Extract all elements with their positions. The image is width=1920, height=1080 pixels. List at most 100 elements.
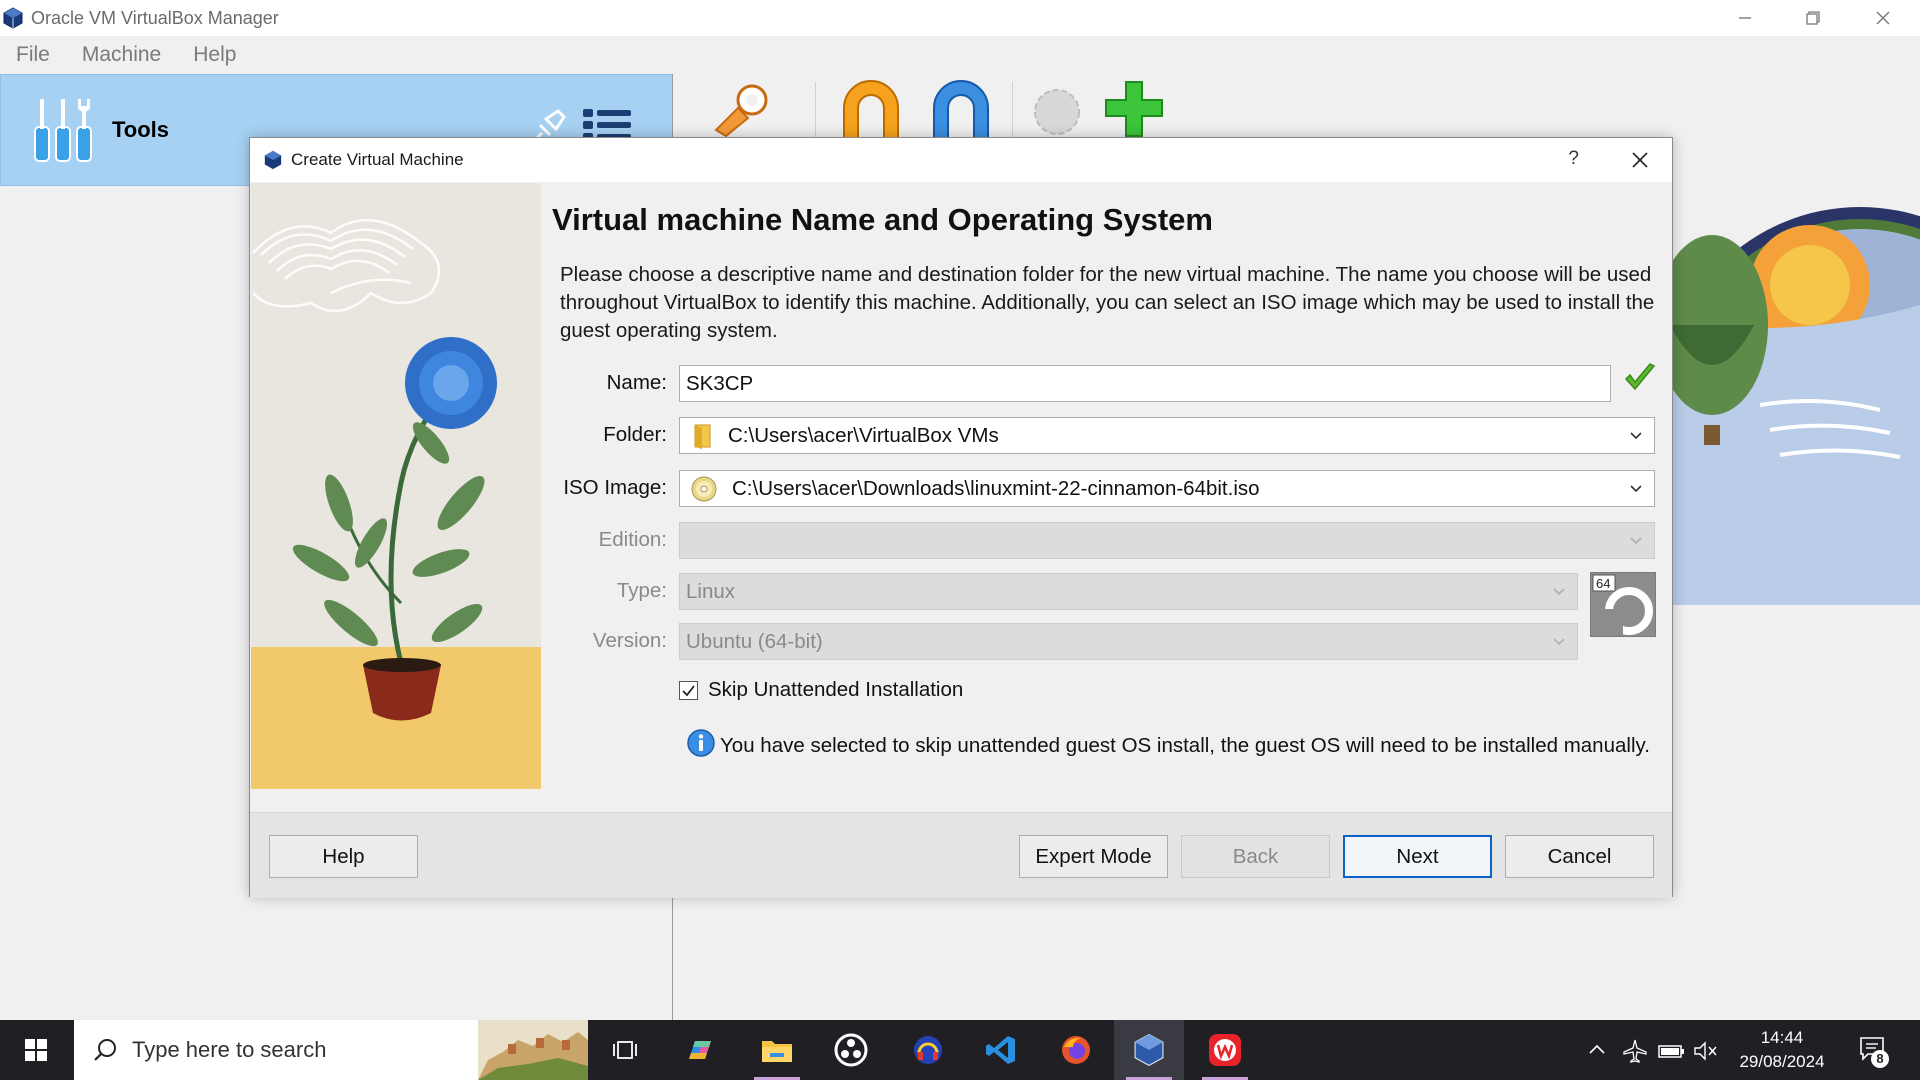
taskbar-app-firefox[interactable] bbox=[1041, 1020, 1111, 1080]
iso-label: ISO Image: bbox=[563, 476, 667, 499]
disc-icon bbox=[690, 475, 718, 503]
menu-file[interactable]: File bbox=[0, 36, 66, 74]
virtualbox-logo-icon bbox=[3, 7, 23, 29]
folder-value: C:\Users\acer\VirtualBox VMs bbox=[728, 423, 999, 447]
main-titlebar: Oracle VM VirtualBox Manager bbox=[0, 0, 1920, 36]
search-icon bbox=[94, 1039, 116, 1061]
welcome-illustration bbox=[1660, 207, 1920, 605]
checkmark-icon bbox=[682, 684, 695, 696]
info-message: You have selected to skip unattended gue… bbox=[686, 728, 1656, 760]
version-value: Ubuntu (64-bit) bbox=[686, 629, 823, 653]
dialog-close-icon[interactable] bbox=[1630, 150, 1650, 170]
cancel-button[interactable]: Cancel bbox=[1505, 835, 1654, 878]
name-value: SK3CP bbox=[686, 371, 754, 395]
import-icon[interactable] bbox=[836, 78, 906, 138]
minimize-icon bbox=[1739, 17, 1751, 19]
version-label: Version: bbox=[592, 629, 667, 652]
toolbar-separator bbox=[815, 82, 816, 138]
minimize-button[interactable] bbox=[1710, 0, 1780, 36]
name-label: Name: bbox=[606, 371, 667, 394]
virtualbox-logo-icon bbox=[264, 150, 282, 170]
linux-64-icon: 64 bbox=[1592, 574, 1653, 635]
search-placeholder: Type here to search bbox=[132, 1037, 327, 1062]
new-machine-gear-icon[interactable] bbox=[1025, 78, 1089, 138]
next-button[interactable]: Next bbox=[1343, 835, 1492, 878]
version-selector: Ubuntu (64-bit) bbox=[679, 623, 1578, 660]
taskbar-app-vscode[interactable] bbox=[966, 1020, 1036, 1080]
taskbar: Type here to search 14:44 29/08/2024 8 bbox=[0, 1020, 1920, 1080]
edition-label: Edition: bbox=[598, 528, 667, 551]
help-button[interactable]: Help bbox=[269, 835, 418, 878]
page-heading: Virtual machine Name and Operating Syste… bbox=[552, 202, 1213, 237]
page-description: Please choose a descriptive name and des… bbox=[560, 263, 1655, 342]
taskbar-search[interactable]: Type here to search bbox=[74, 1020, 588, 1080]
name-field[interactable]: SK3CP bbox=[679, 365, 1611, 402]
task-view-icon bbox=[613, 1041, 637, 1059]
folder-selector[interactable]: C:\Users\acer\VirtualBox VMs bbox=[679, 417, 1655, 454]
iso-image-selector[interactable]: C:\Users\acer\Downloads\linuxmint-22-cin… bbox=[679, 470, 1655, 507]
taskbar-app-headphones[interactable] bbox=[893, 1020, 963, 1080]
volume-muted-icon[interactable] bbox=[1693, 1040, 1719, 1062]
firefox-icon bbox=[1062, 1036, 1090, 1064]
taskbar-app-file-explorer[interactable] bbox=[742, 1020, 812, 1080]
export-icon[interactable] bbox=[926, 78, 996, 138]
taskbar-app-wps[interactable] bbox=[1190, 1020, 1260, 1080]
restore-button[interactable] bbox=[1778, 0, 1848, 36]
chevron-down-icon bbox=[1553, 638, 1565, 646]
toolbar-separator bbox=[1012, 82, 1013, 138]
task-view-button[interactable] bbox=[590, 1020, 660, 1080]
type-selector: Linux bbox=[679, 573, 1578, 610]
chevron-down-icon bbox=[1630, 537, 1642, 545]
window-title: Oracle VM VirtualBox Manager bbox=[31, 7, 279, 28]
skip-unattended-option[interactable]: Skip Unattended Installation bbox=[679, 678, 963, 702]
dialog-titlebar: Create Virtual Machine ? bbox=[250, 138, 1672, 182]
edition-selector bbox=[679, 522, 1655, 559]
chevron-down-icon bbox=[1630, 432, 1642, 440]
headphones-icon bbox=[914, 1036, 942, 1064]
airplane-mode-icon[interactable] bbox=[1622, 1038, 1648, 1064]
skip-unattended-checkbox[interactable] bbox=[679, 680, 698, 700]
virtualbox-icon bbox=[1134, 1033, 1164, 1067]
taskbar-clock[interactable]: 14:44 29/08/2024 bbox=[1720, 1026, 1844, 1074]
file-explorer-icon bbox=[762, 1041, 792, 1062]
chevron-down-icon bbox=[1553, 588, 1565, 596]
restore-icon bbox=[1806, 11, 1820, 25]
expert-mode-button[interactable]: Expert Mode bbox=[1019, 835, 1168, 878]
os-badge-text: 64 bbox=[1596, 576, 1610, 591]
search-highlight-art bbox=[478, 1020, 588, 1080]
taskbar-app-virtualbox[interactable] bbox=[1114, 1020, 1184, 1080]
info-text: You have selected to skip unattended gue… bbox=[720, 734, 1650, 757]
start-button[interactable] bbox=[0, 1020, 72, 1080]
type-value: Linux bbox=[686, 579, 736, 603]
windows-logo-icon bbox=[25, 1039, 47, 1061]
context-help-button[interactable]: ? bbox=[1568, 148, 1579, 170]
close-window-button[interactable] bbox=[1848, 0, 1918, 36]
back-button: Back bbox=[1181, 835, 1330, 878]
info-icon bbox=[687, 729, 715, 757]
wizard-illustration bbox=[251, 183, 541, 789]
notification-center-button[interactable]: 8 bbox=[1858, 1034, 1892, 1068]
taskbar-app-obs[interactable] bbox=[816, 1020, 886, 1080]
os-type-icon: 64 bbox=[1590, 572, 1656, 637]
notification-count: 8 bbox=[1871, 1050, 1889, 1068]
taskbar-app-copilot[interactable] bbox=[665, 1020, 735, 1080]
tools-icon bbox=[34, 99, 92, 162]
obs-icon bbox=[834, 1033, 868, 1067]
close-icon bbox=[1876, 11, 1890, 25]
folder-icon bbox=[690, 423, 714, 449]
menu-bar: File Machine Help bbox=[0, 36, 1920, 74]
iso-value: C:\Users\acer\Downloads\linuxmint-22-cin… bbox=[732, 476, 1260, 500]
chevron-up-icon[interactable] bbox=[1587, 1040, 1607, 1060]
menu-machine[interactable]: Machine bbox=[66, 36, 177, 74]
clock-time: 14:44 bbox=[1760, 1028, 1804, 1047]
add-icon[interactable] bbox=[1102, 78, 1166, 138]
menu-help[interactable]: Help bbox=[177, 36, 252, 74]
create-vm-dialog: Create Virtual Machine ? Virtual machine… bbox=[249, 137, 1673, 898]
wps-office-icon bbox=[1209, 1034, 1241, 1066]
tools-label: Tools bbox=[112, 117, 170, 142]
folder-label: Folder: bbox=[603, 423, 667, 446]
dialog-title: Create Virtual Machine bbox=[291, 150, 464, 169]
preferences-icon[interactable] bbox=[708, 78, 776, 138]
valid-check-icon bbox=[1624, 363, 1656, 391]
battery-icon[interactable] bbox=[1657, 1040, 1685, 1062]
